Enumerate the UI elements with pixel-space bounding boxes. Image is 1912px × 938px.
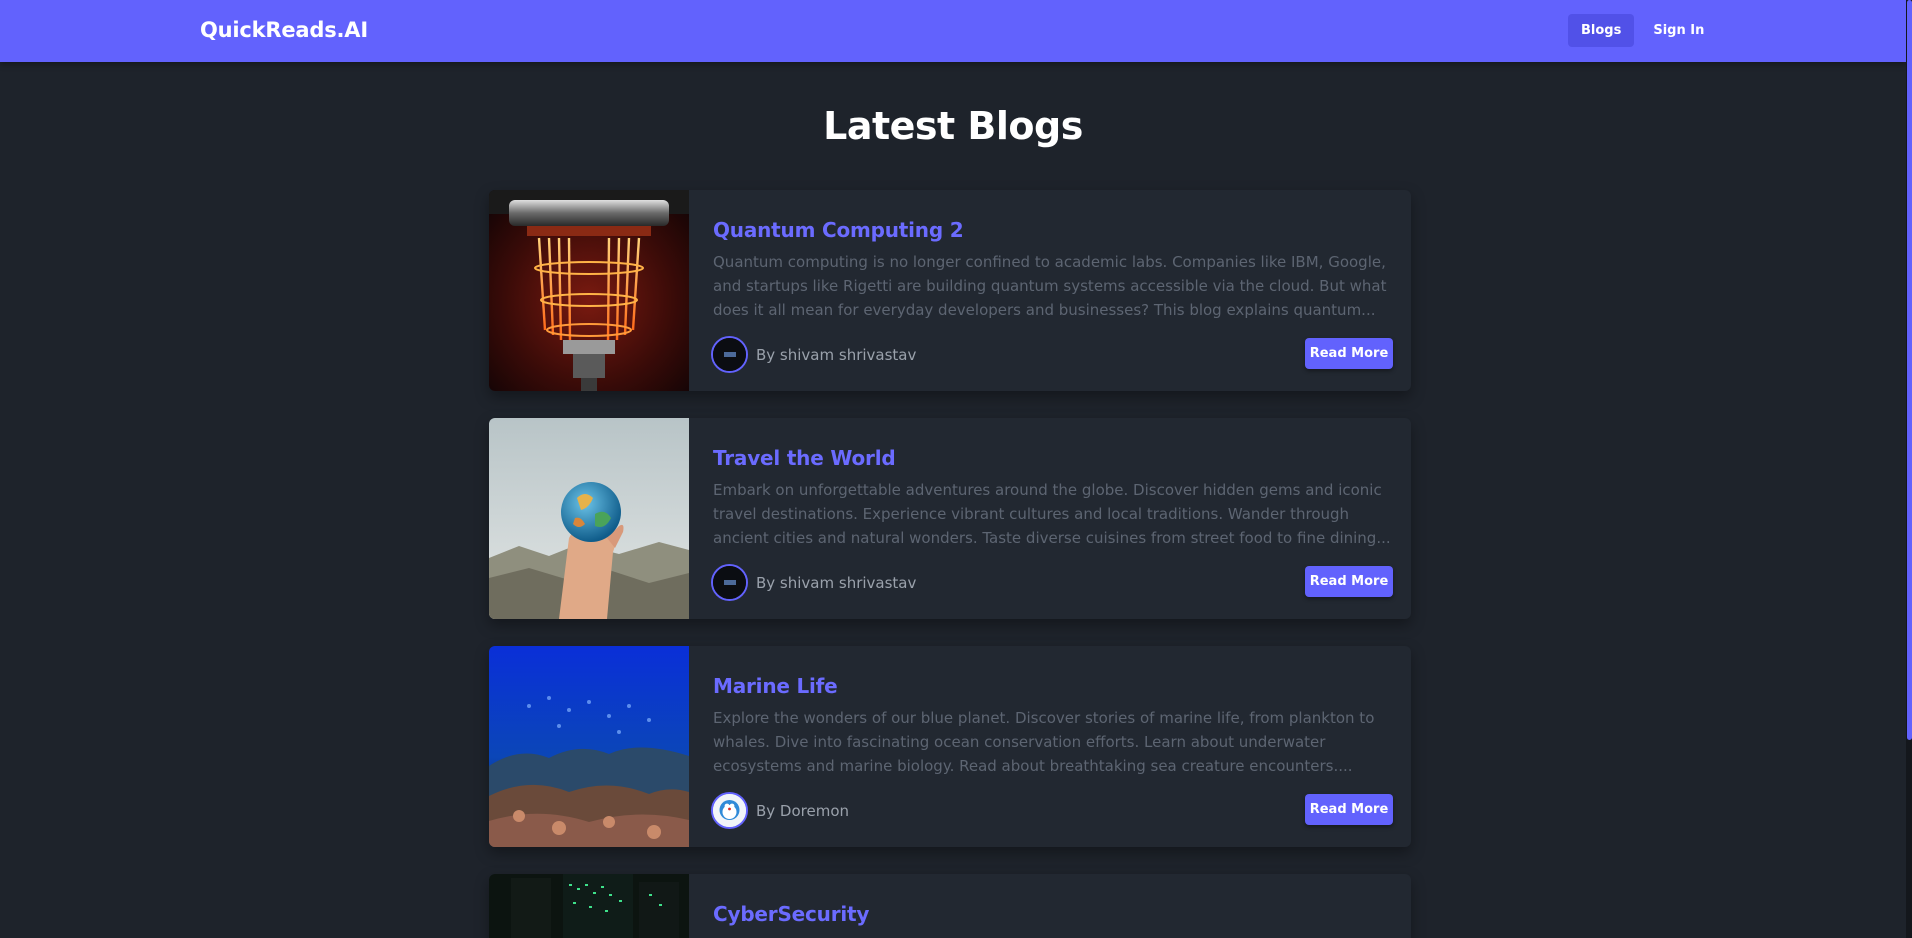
blog-title[interactable]: Quantum Computing 2 xyxy=(713,218,964,242)
globe-in-hand-image[interactable] xyxy=(489,418,689,619)
blog-author: By shivam shrivastav xyxy=(711,564,916,601)
blog-author: By shivam shrivastav xyxy=(711,336,916,373)
author-name: By shivam shrivastav xyxy=(756,573,917,592)
nav-blogs-link[interactable]: Blogs xyxy=(1568,14,1635,47)
server-room-image[interactable] xyxy=(489,874,689,938)
nav-links: Blogs Sign In xyxy=(1568,14,1717,47)
blog-card-travel[interactable]: Travel the World Embark on unforgettable… xyxy=(489,418,1411,619)
author-name: By shivam shrivastav xyxy=(756,345,917,364)
blog-excerpt: Quantum computing is no longer confined … xyxy=(713,253,1387,319)
author-avatar xyxy=(711,792,748,829)
brand-logo[interactable]: QuickReads.AI xyxy=(200,18,368,42)
blog-title[interactable]: Marine Life xyxy=(713,674,838,698)
blog-title[interactable]: CyberSecurity xyxy=(713,902,869,926)
author-avatar xyxy=(711,336,748,373)
nav-signin-link[interactable]: Sign In xyxy=(1640,14,1717,47)
page-title: Latest Blogs xyxy=(823,104,1083,148)
scrollbar-thumb[interactable] xyxy=(1907,0,1912,740)
blog-card-cybersecurity[interactable]: CyberSecurity xyxy=(489,874,1411,938)
coral-reef-image[interactable] xyxy=(489,646,689,847)
blog-excerpt: Explore the wonders of our blue planet. … xyxy=(713,709,1375,775)
top-navbar: QuickReads.AI Blogs Sign In xyxy=(0,0,1906,62)
read-more-button[interactable]: Read More xyxy=(1305,566,1393,597)
blog-card-quantum[interactable]: Quantum Computing 2 Quantum computing is… xyxy=(489,190,1411,391)
read-more-button[interactable]: Read More xyxy=(1305,338,1393,369)
author-name: By Doremon xyxy=(756,801,850,820)
read-more-button[interactable]: Read More xyxy=(1305,794,1393,825)
blog-title[interactable]: Travel the World xyxy=(713,446,896,470)
author-avatar xyxy=(711,564,748,601)
blog-card-marine[interactable]: Marine Life Explore the wonders of our b… xyxy=(489,646,1411,847)
blog-author: By Doremon xyxy=(711,792,849,829)
blog-excerpt: Embark on unforgettable adventures aroun… xyxy=(713,481,1391,547)
quantum-computer-image[interactable] xyxy=(489,190,689,391)
